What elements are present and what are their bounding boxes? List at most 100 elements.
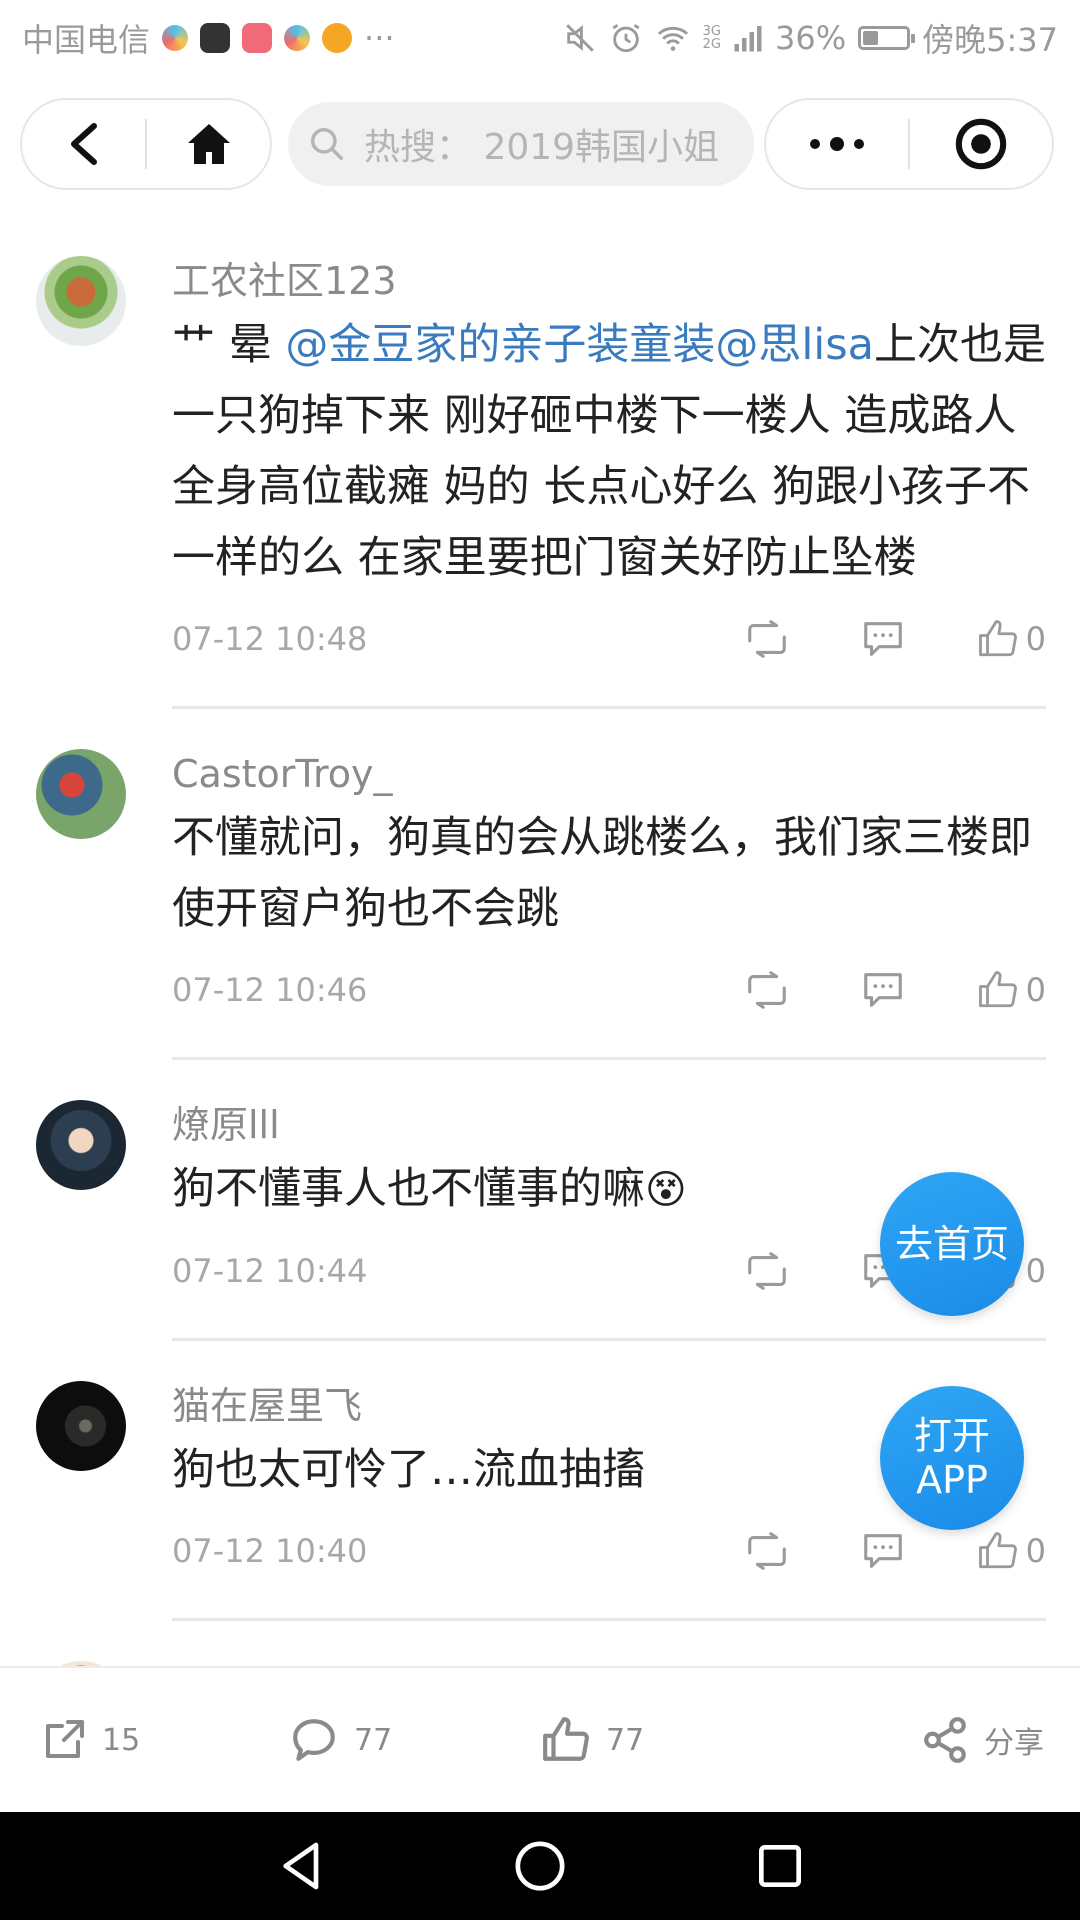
system-recents-button[interactable] [752,1838,808,1898]
thumbs-up-icon [543,1717,589,1761]
search-icon [308,125,346,163]
go-home-label: 去首页 [894,1222,1009,1266]
comment-time: 07-12 10:40 [172,1532,368,1570]
repost-icon [747,971,786,1009]
comment-meta: 07-12 10:48 0 [172,604,1046,674]
comment-bubble-icon [863,973,902,1007]
comment-bubble-icon [863,622,902,656]
search-input[interactable]: 热搜： 2019韩国小姐 [288,102,754,186]
comment-item: CastorTroy_ 不懂就问，狗真的会从跳楼么，我们家三楼即使开窗户狗也不会… [0,743,1080,1060]
triangle-back-icon [283,1842,319,1890]
carrier-label: 中国电信 [22,21,151,59]
comment-meta: 07-12 10:40 0 [172,1516,1046,1586]
mute-icon [565,24,594,52]
battery-percent: 36% [775,19,847,57]
app-notification-icon [242,23,273,53]
share-label: 分享 [984,1726,1044,1761]
comment-count: 77 [354,1722,393,1758]
like-button[interactable]: 0 [976,969,1046,1011]
like-count: 0 [1025,620,1046,658]
comment-username[interactable]: 梨子熊熊不开森 [172,1655,1046,1666]
avatar[interactable] [36,1381,126,1471]
like-count: 0 [1025,971,1046,1009]
go-home-fab[interactable]: 去首页 [880,1172,1024,1316]
repost-icon [747,620,786,658]
comment-text: 不懂就问，狗真的会从跳楼么，我们家三楼即使开窗户狗也不会跳 [172,813,1032,934]
target-circle-icon [955,118,1007,170]
search-placeholder: 热搜： 2019韩国小姐 [364,127,720,168]
more-notifications-icon: ··· [364,19,395,57]
avatar[interactable] [36,749,126,839]
comment-username[interactable]: CastorTroy_ [172,743,1046,799]
comment-time: 07-12 10:48 [172,620,368,658]
share-icon [924,1717,966,1763]
system-nav-bar [0,1812,1080,1920]
comment-tool-button[interactable]: 77 [288,1715,392,1765]
comment-item: 工农社区123 艹 晕 @金豆家的亲子装童装@思lisa上次也是一只狗掉下来 刚… [0,250,1080,709]
weibo-icon [322,23,353,53]
back-arrow-icon [70,123,97,165]
app-notification-icon [162,25,189,51]
clock: 傍晚5:37 [922,21,1058,59]
back-button[interactable] [22,100,145,188]
comment-divider [172,1057,1046,1060]
like-count: 0 [1025,1252,1046,1290]
avatar[interactable] [36,1100,126,1190]
comment-bubble-icon [863,1534,902,1568]
more-button[interactable] [766,100,908,188]
share-button[interactable]: 分享 [920,1715,1044,1765]
system-home-button[interactable] [512,1838,568,1898]
repost-share-icon [46,1720,84,1758]
wifi-icon [657,26,688,51]
repost-button[interactable] [744,619,790,659]
battery-icon [858,26,916,50]
tiktok-icon [200,23,231,53]
nav-bar: 热搜： 2019韩国小姐 [0,98,1080,194]
like-count: 0 [1025,1532,1046,1570]
reply-button[interactable] [860,970,906,1010]
alarm-icon [612,24,640,53]
like-button[interactable]: 0 [976,618,1046,660]
square-recents-icon [759,1845,801,1887]
close-miniapp-button[interactable] [910,100,1052,188]
signal-icon [734,26,762,52]
circle-home-icon [515,1841,565,1891]
avatar[interactable] [36,256,126,346]
comment-text: 艹 晕 @金豆家的亲子装童装@思lisa上次也是一只狗掉下来 刚好砸中楼下一楼人… [172,320,1046,583]
open-app-label: 打开 APP [913,1414,990,1502]
comment-meta: 07-12 10:46 0 [172,955,1046,1025]
network-type: 3G 2G [702,24,721,52]
like-tool-button[interactable]: 77 [540,1715,644,1765]
thumbs-up-icon [978,620,1017,657]
more-dots-icon [810,137,864,151]
thumbs-up-icon [978,971,1017,1008]
bottom-toolbar: 15 77 77 分享 [0,1666,1080,1812]
thumbs-up-icon [978,1532,1017,1569]
repost-tool-button[interactable]: 15 [40,1716,140,1764]
repost-count: 15 [102,1722,141,1758]
app-notification-icon [284,25,311,51]
dizzy-emoji-icon: 😵 [645,1167,687,1213]
repost-icon [747,1252,786,1290]
comment-divider [172,1338,1046,1341]
comment-time: 07-12 10:46 [172,971,368,1009]
home-icon [187,124,230,164]
comment-icon [293,1719,335,1761]
comment-username[interactable]: 工农社区123 [172,250,1046,306]
mention-link[interactable]: @金豆家的亲子装童装@思lisa [285,320,874,370]
comment-time: 07-12 10:44 [172,1252,368,1290]
repost-icon [747,1532,786,1570]
repost-button[interactable] [744,970,790,1010]
repost-button[interactable] [744,1531,790,1571]
status-bar: 中国电信 ··· 3G 2G 36% 傍晚5:37 [0,0,1080,76]
repost-button[interactable] [744,1251,790,1291]
system-back-button[interactable] [274,1838,330,1898]
reply-button[interactable] [860,619,906,659]
open-app-fab[interactable]: 打开 APP [880,1386,1024,1530]
comment-username[interactable]: 燎原lll [172,1094,1046,1150]
comment-divider [172,706,1046,709]
nav-right-group [764,98,1054,190]
home-button[interactable] [147,100,270,188]
like-button[interactable]: 0 [976,1530,1046,1572]
reply-button[interactable] [860,1531,906,1571]
